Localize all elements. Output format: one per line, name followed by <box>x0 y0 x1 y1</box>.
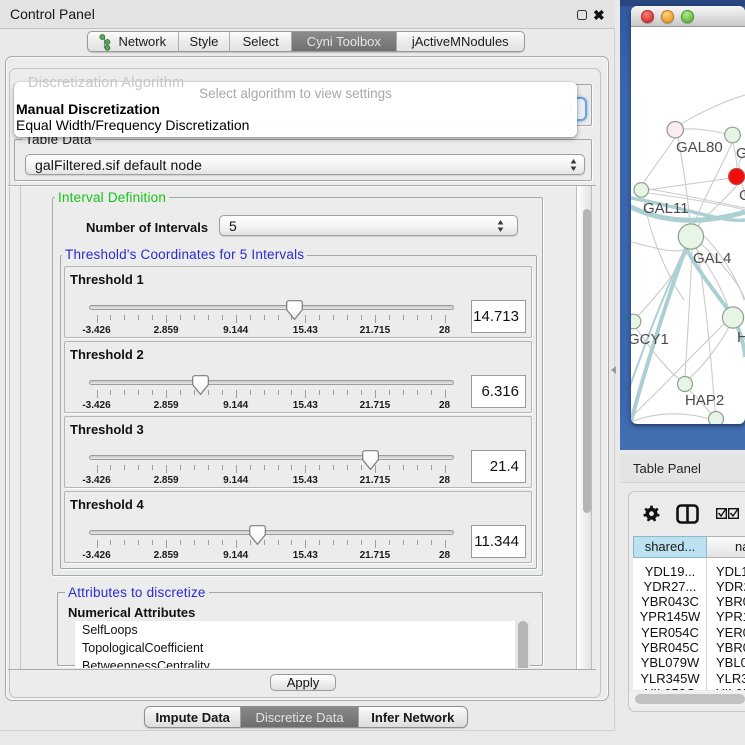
svg-text:GA: GA <box>736 145 745 162</box>
svg-text:H: H <box>737 329 745 346</box>
svg-text:GAL4: GAL4 <box>693 250 731 267</box>
svg-text:GAL11: GAL11 <box>643 200 689 217</box>
svg-text:GAL80: GAL80 <box>676 139 723 156</box>
svg-text:C: C <box>739 187 745 204</box>
svg-text:GCY1: GCY1 <box>631 331 669 348</box>
svg-text:HAP2: HAP2 <box>685 392 724 409</box>
